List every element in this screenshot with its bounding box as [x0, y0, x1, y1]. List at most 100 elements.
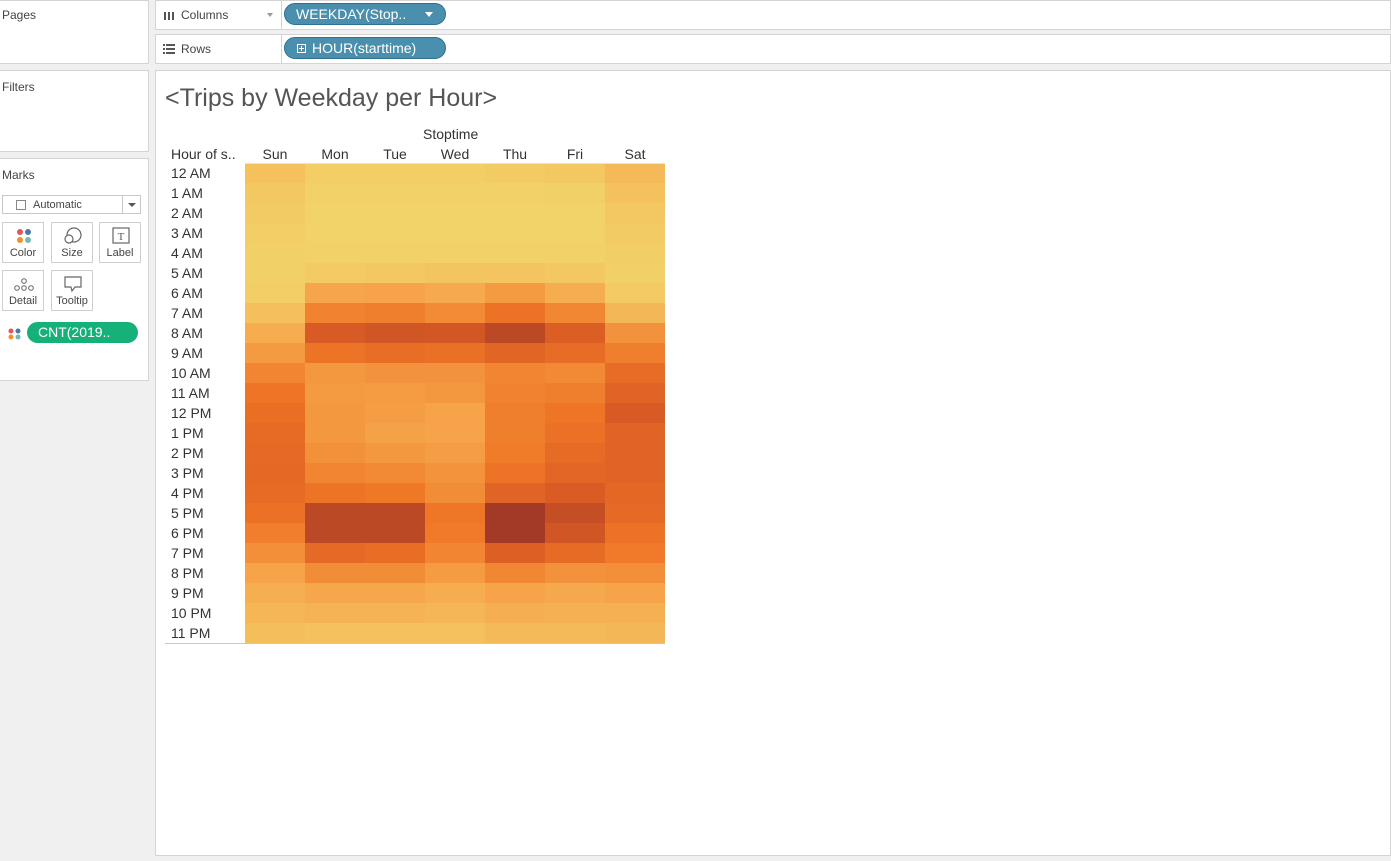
heat-cell-sat-2-pm[interactable]: [605, 443, 665, 463]
heat-cell-fri-1-am[interactable]: [545, 183, 605, 203]
heat-cell-sun-9-pm[interactable]: [245, 583, 305, 603]
heat-cell-mon-7-am[interactable]: [305, 303, 365, 323]
caret-down-icon[interactable]: [425, 12, 433, 17]
heat-cell-wed-8-pm[interactable]: [425, 563, 485, 583]
column-dimension-title[interactable]: Stoptime: [423, 126, 478, 142]
row-header-10-pm[interactable]: 10 PM: [171, 603, 246, 623]
pages-card[interactable]: Pages: [0, 0, 149, 64]
heat-cell-thu-9-pm[interactable]: [485, 583, 545, 603]
heat-cell-wed-6-pm[interactable]: [425, 523, 485, 543]
heat-cell-thu-12-pm[interactable]: [485, 403, 545, 423]
heat-cell-wed-11-am[interactable]: [425, 383, 485, 403]
row-header-6-pm[interactable]: 6 PM: [171, 523, 246, 543]
heat-cell-sat-10-am[interactable]: [605, 363, 665, 383]
heat-cell-mon-8-pm[interactable]: [305, 563, 365, 583]
heat-cell-mon-12-am[interactable]: [305, 163, 365, 183]
heat-cell-tue-1-pm[interactable]: [365, 423, 425, 443]
heat-cell-mon-6-pm[interactable]: [305, 523, 365, 543]
heat-cell-mon-1-pm[interactable]: [305, 423, 365, 443]
heat-cell-sun-4-am[interactable]: [245, 243, 305, 263]
heat-cell-wed-4-pm[interactable]: [425, 483, 485, 503]
heat-cell-wed-7-am[interactable]: [425, 303, 485, 323]
heat-cell-mon-10-pm[interactable]: [305, 603, 365, 623]
heat-cell-wed-5-pm[interactable]: [425, 503, 485, 523]
row-header-11-am[interactable]: 11 AM: [171, 383, 246, 403]
count-measure-pill[interactable]: CNT(2019..: [27, 322, 138, 343]
heat-cell-sat-6-am[interactable]: [605, 283, 665, 303]
heat-cell-tue-11-am[interactable]: [365, 383, 425, 403]
heat-cell-mon-12-pm[interactable]: [305, 403, 365, 423]
column-header-tue[interactable]: Tue: [365, 146, 425, 162]
heat-cell-fri-6-pm[interactable]: [545, 523, 605, 543]
heat-cell-mon-4-pm[interactable]: [305, 483, 365, 503]
row-header-5-am[interactable]: 5 AM: [171, 263, 246, 283]
heat-cell-wed-1-pm[interactable]: [425, 423, 485, 443]
chevron-down-icon[interactable]: [122, 196, 140, 213]
heat-cell-sun-11-am[interactable]: [245, 383, 305, 403]
heat-cell-thu-11-pm[interactable]: [485, 623, 545, 643]
heat-cell-thu-3-pm[interactable]: [485, 463, 545, 483]
heat-cell-sun-12-pm[interactable]: [245, 403, 305, 423]
heat-cell-sun-10-pm[interactable]: [245, 603, 305, 623]
row-header-title[interactable]: Hour of s..: [171, 146, 236, 162]
heat-cell-sun-8-am[interactable]: [245, 323, 305, 343]
row-header-12-pm[interactable]: 12 PM: [171, 403, 246, 423]
heat-cell-sat-12-am[interactable]: [605, 163, 665, 183]
heat-cell-tue-9-am[interactable]: [365, 343, 425, 363]
heat-cell-sun-12-am[interactable]: [245, 163, 305, 183]
heat-cell-tue-1-am[interactable]: [365, 183, 425, 203]
row-header-3-pm[interactable]: 3 PM: [171, 463, 246, 483]
heat-cell-sun-7-am[interactable]: [245, 303, 305, 323]
row-header-9-pm[interactable]: 9 PM: [171, 583, 246, 603]
heat-cell-sun-10-am[interactable]: [245, 363, 305, 383]
heat-cell-thu-4-am[interactable]: [485, 243, 545, 263]
heat-cell-wed-8-am[interactable]: [425, 323, 485, 343]
heat-cell-sat-9-pm[interactable]: [605, 583, 665, 603]
label-button[interactable]: T Label: [99, 222, 141, 263]
heat-cell-thu-2-am[interactable]: [485, 203, 545, 223]
heat-cell-sat-1-am[interactable]: [605, 183, 665, 203]
mark-type-dropdown[interactable]: Automatic: [2, 195, 141, 214]
heat-cell-mon-8-am[interactable]: [305, 323, 365, 343]
detail-button[interactable]: Detail: [2, 270, 44, 311]
row-header-8-am[interactable]: 8 AM: [171, 323, 246, 343]
heat-cell-fri-9-pm[interactable]: [545, 583, 605, 603]
column-header-sun[interactable]: Sun: [245, 146, 305, 162]
heat-cell-fri-5-pm[interactable]: [545, 503, 605, 523]
heat-cell-sun-2-pm[interactable]: [245, 443, 305, 463]
heat-cell-mon-4-am[interactable]: [305, 243, 365, 263]
heat-cell-thu-4-pm[interactable]: [485, 483, 545, 503]
heat-cell-tue-8-pm[interactable]: [365, 563, 425, 583]
heat-cell-tue-3-pm[interactable]: [365, 463, 425, 483]
row-header-4-am[interactable]: 4 AM: [171, 243, 246, 263]
row-header-12-am[interactable]: 12 AM: [171, 163, 246, 183]
heat-cell-tue-12-pm[interactable]: [365, 403, 425, 423]
heat-cell-wed-3-am[interactable]: [425, 223, 485, 243]
heat-cell-thu-7-pm[interactable]: [485, 543, 545, 563]
heat-cell-thu-9-am[interactable]: [485, 343, 545, 363]
heat-cell-tue-2-pm[interactable]: [365, 443, 425, 463]
heat-cell-sat-10-pm[interactable]: [605, 603, 665, 623]
heat-cell-thu-1-pm[interactable]: [485, 423, 545, 443]
heat-cell-sun-3-am[interactable]: [245, 223, 305, 243]
heat-cell-tue-10-pm[interactable]: [365, 603, 425, 623]
heat-cell-tue-2-am[interactable]: [365, 203, 425, 223]
size-button[interactable]: Size: [51, 222, 93, 263]
heat-cell-tue-6-am[interactable]: [365, 283, 425, 303]
heat-cell-wed-10-am[interactable]: [425, 363, 485, 383]
heat-cell-fri-4-am[interactable]: [545, 243, 605, 263]
rows-shelf[interactable]: Rows HOUR(starttime): [155, 34, 1391, 64]
heat-cell-mon-5-pm[interactable]: [305, 503, 365, 523]
expand-plus-icon[interactable]: [297, 44, 306, 53]
heat-cell-tue-5-pm[interactable]: [365, 503, 425, 523]
row-header-8-pm[interactable]: 8 PM: [171, 563, 246, 583]
filters-card[interactable]: Filters: [0, 70, 149, 152]
heat-cell-fri-8-pm[interactable]: [545, 563, 605, 583]
heat-cell-wed-10-pm[interactable]: [425, 603, 485, 623]
heat-cell-wed-9-am[interactable]: [425, 343, 485, 363]
heat-cell-sun-9-am[interactable]: [245, 343, 305, 363]
heat-cell-mon-5-am[interactable]: [305, 263, 365, 283]
heat-cell-wed-2-am[interactable]: [425, 203, 485, 223]
heat-cell-fri-5-am[interactable]: [545, 263, 605, 283]
heat-cell-sun-6-pm[interactable]: [245, 523, 305, 543]
